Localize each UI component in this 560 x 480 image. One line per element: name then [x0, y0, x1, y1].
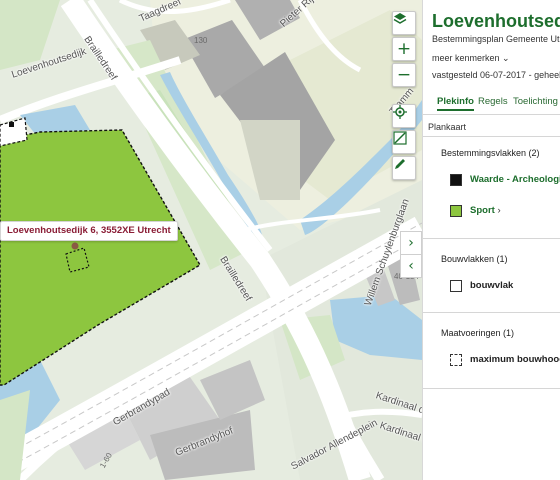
legend-item-sport-label: Sport	[470, 205, 495, 216]
legend-swatch	[450, 354, 462, 366]
panel-title: Loevenhoutsedijk	[432, 11, 560, 31]
house-number: 130	[194, 36, 208, 45]
more-features-label: meer kenmerken	[432, 53, 500, 63]
legend-item-archeologie[interactable]: Waarde - Archeologie	[470, 174, 560, 185]
legend-swatch	[450, 280, 462, 292]
breadcrumb: Plankaart	[428, 122, 467, 132]
draw-button[interactable]	[392, 156, 416, 180]
section-heading: Bestemmingsvlakken (2)	[441, 148, 540, 158]
info-panel: Loevenhoutsedijk Bestemmingsplan Gemeent…	[422, 0, 560, 480]
layers-icon	[393, 13, 407, 24]
section-heading: Maatvoeringen (1)	[441, 328, 515, 338]
legend-item-bouwvlak[interactable]: bouwvlak	[470, 280, 513, 291]
tab-toelichting[interactable]: Toelichting	[513, 96, 558, 107]
divider	[423, 312, 560, 313]
expand-panel-button[interactable]: ›	[400, 231, 422, 255]
divider	[423, 238, 560, 239]
plan-subtitle: Bestemmingsplan Gemeente Ut	[432, 34, 560, 44]
collapse-panel-button[interactable]: ‹	[400, 254, 422, 278]
measure-button[interactable]	[392, 130, 416, 154]
section-heading: Bouwvlakken (1)	[441, 254, 508, 264]
map-view[interactable]: Loevenhoutsedijk Brailledreef Taagdreef …	[0, 0, 422, 480]
measure-icon	[393, 131, 407, 145]
more-features-toggle[interactable]: meer kenmerken ⌄	[432, 53, 510, 64]
divider	[423, 136, 560, 137]
zoom-out-button[interactable]: −	[392, 63, 416, 87]
divider	[423, 388, 560, 389]
tab-regels[interactable]: Regels	[478, 96, 508, 107]
divider	[423, 114, 560, 115]
tab-plekinfo[interactable]: Plekinfo	[437, 96, 474, 111]
legend-item-maximum-bouwhoogte[interactable]: maximum bouwhoogt	[470, 354, 560, 365]
zoom-in-button[interactable]: +	[392, 37, 416, 61]
chevron-down-icon: ⌄	[502, 54, 510, 64]
legend-swatch	[450, 205, 462, 217]
legend-swatch	[450, 174, 462, 186]
legend-item-sport[interactable]: Sport ›	[470, 205, 501, 216]
locate-icon	[393, 105, 407, 119]
chevron-right-icon: ›	[497, 205, 501, 216]
locate-button[interactable]	[392, 104, 416, 128]
pencil-icon	[395, 159, 405, 169]
address-popup[interactable]: Loevenhoutsedijk 6, 3552XE Utrecht	[0, 221, 178, 241]
archeology-marker	[9, 122, 14, 127]
plan-status: vastgesteld 06-07-2017 - geheel o	[432, 70, 560, 80]
panel-tabs: Plekinfo Regels Toelichting	[423, 96, 560, 112]
layers-button[interactable]	[392, 11, 416, 35]
